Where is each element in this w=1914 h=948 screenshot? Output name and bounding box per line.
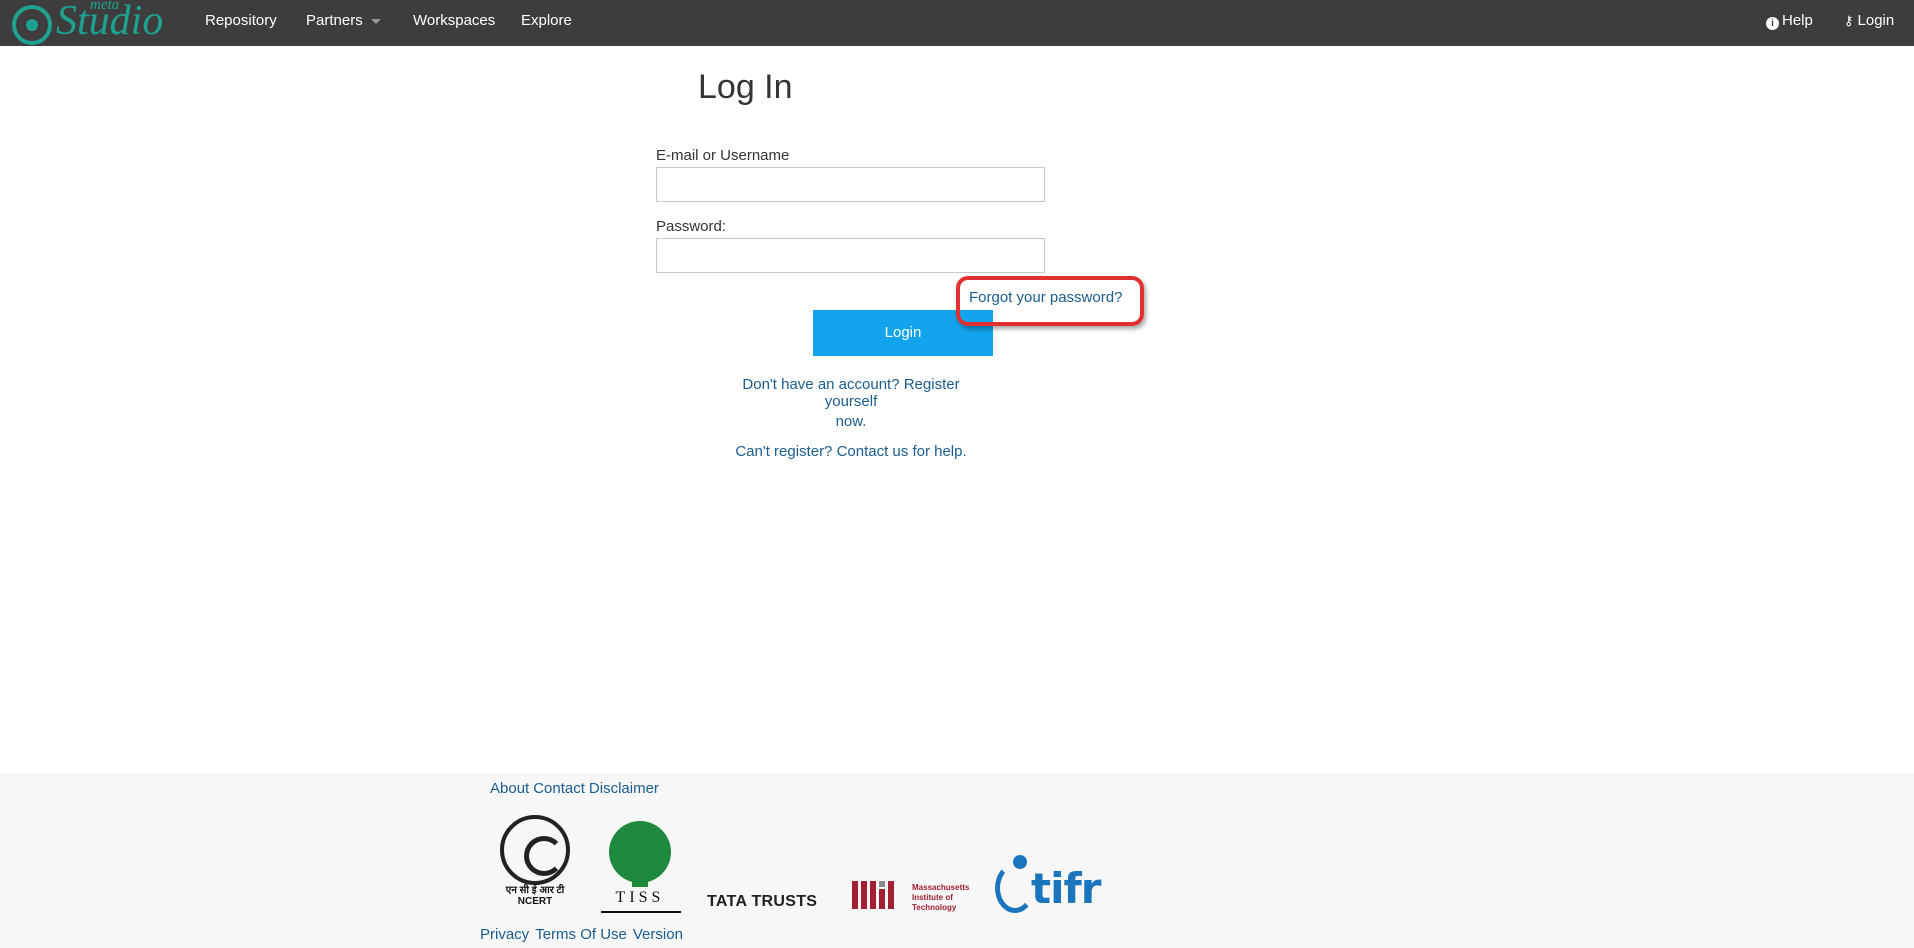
- key-icon: ⚷: [1844, 13, 1854, 28]
- nav-login-label: Login: [1857, 12, 1895, 29]
- caret-down-icon: [370, 18, 381, 24]
- contact-link[interactable]: Can't register? Contact us for help.: [716, 443, 986, 460]
- footer-link-terms[interactable]: Terms Of Use: [535, 926, 627, 943]
- username-label: E-mail or Username: [656, 147, 790, 164]
- register-link-line2: now.: [835, 413, 867, 430]
- tata-trusts-logo: TATA TRUSTS: [707, 893, 818, 910]
- info-icon: i: [1766, 17, 1779, 30]
- nav-partners[interactable]: Partners: [306, 0, 381, 46]
- username-input[interactable]: [656, 167, 1045, 202]
- forgot-password-link[interactable]: Forgot your password?: [969, 289, 1122, 306]
- mit-text-line1: Massachusetts: [912, 883, 970, 892]
- nav-workspaces[interactable]: Workspaces: [413, 0, 495, 46]
- logo-studio-text: Studio: [56, 0, 164, 44]
- nav-help[interactable]: i Help: [1766, 0, 1813, 46]
- password-input[interactable]: [656, 238, 1045, 273]
- footer: About Contact Disclaimer एन सी ई आर टी NCE…: [0, 773, 1914, 948]
- mit-text-line3: Technology: [912, 903, 957, 912]
- footer-top-links: About Contact Disclaimer: [490, 780, 663, 797]
- nav-help-label: Help: [1782, 12, 1813, 29]
- nav-login[interactable]: ⚷ Login: [1844, 0, 1894, 46]
- tiss-text: TISS: [615, 889, 665, 906]
- footer-link-contact[interactable]: Contact: [533, 780, 585, 797]
- tifr-logo: tifr: [993, 855, 1113, 915]
- footer-bottom-links: Privacy Terms Of Use Version: [480, 926, 689, 943]
- logo-circle-icon: [12, 5, 52, 45]
- page-title: Log In: [698, 68, 793, 106]
- ncert-hindi-text: एन सी ई आर टी: [505, 885, 565, 896]
- ncert-text: NCERT: [517, 896, 553, 907]
- password-label: Password:: [656, 218, 727, 235]
- nav-explore[interactable]: Explore: [521, 0, 572, 46]
- nav-repository[interactable]: Repository: [205, 0, 277, 46]
- nav-partners-label: Partners: [306, 12, 363, 29]
- metastudio-logo[interactable]: meta Studio: [10, 0, 175, 46]
- ncert-logo: एन सी ई आर टी NCERT: [495, 813, 575, 908]
- tifr-text: tifr: [1031, 864, 1101, 913]
- top-navbar: meta Studio Repository Partners Workspac…: [0, 0, 1914, 46]
- mit-logo: Massachusetts Institute of Technology: [852, 881, 982, 912]
- footer-link-privacy[interactable]: Privacy: [480, 926, 529, 943]
- footer-link-version[interactable]: Version: [633, 926, 683, 943]
- tiss-logo: TISS: [597, 811, 687, 913]
- footer-link-disclaimer[interactable]: Disclaimer: [589, 780, 659, 797]
- register-link[interactable]: Don't have an account? Register yourself…: [716, 376, 986, 430]
- footer-link-about[interactable]: About: [490, 780, 529, 797]
- register-link-line1: Don't have an account? Register yourself: [742, 376, 960, 410]
- mit-text-line2: Institute of: [912, 893, 953, 902]
